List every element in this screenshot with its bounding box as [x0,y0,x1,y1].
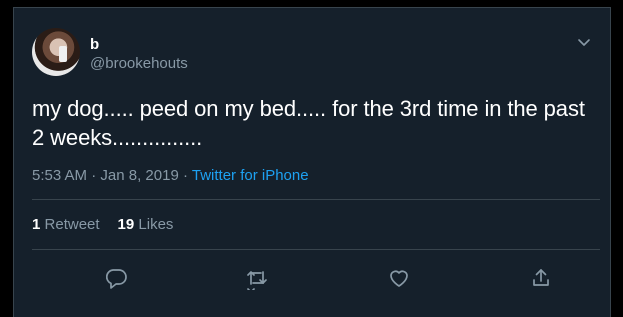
user-handle[interactable]: @brookehouts [90,55,188,73]
chevron-down-icon[interactable] [576,34,592,50]
heart-icon[interactable] [387,266,411,290]
tweet-meta: 5:53 AM · Jan 8, 2019 · Twitter for iPho… [32,167,309,185]
share-icon[interactable] [529,266,553,290]
divider [32,249,600,250]
display-name[interactable]: b [90,36,99,54]
retweet-count: 1 [32,216,41,233]
like-label: Likes [138,216,174,233]
tweet-time[interactable]: 5:53 AM [32,167,87,184]
tweet-source-link[interactable]: Twitter for iPhone [192,167,309,184]
tweet-card: b @brookehouts my dog..... peed on my be… [13,7,611,317]
tweet-text: my dog..... peed on my bed..... for the … [32,96,585,150]
retweet-count-link[interactable]: 1 Retweet [32,216,100,233]
tweet-date[interactable]: Jan 8, 2019 [100,167,178,184]
avatar[interactable] [32,28,80,76]
meta-separator: · [178,167,192,184]
phone-in-avatar [59,46,67,62]
like-count: 19 [117,216,135,233]
like-count-link[interactable]: 19 Likes [118,216,174,233]
retweet-icon[interactable] [245,266,269,290]
tweet-actions [32,266,600,296]
tweet-stats: 1 Retweet 19 Likes [32,216,191,234]
reply-icon[interactable] [104,266,128,290]
retweet-label: Retweet [44,216,100,233]
meta-separator: · [87,167,101,184]
divider [32,199,600,200]
